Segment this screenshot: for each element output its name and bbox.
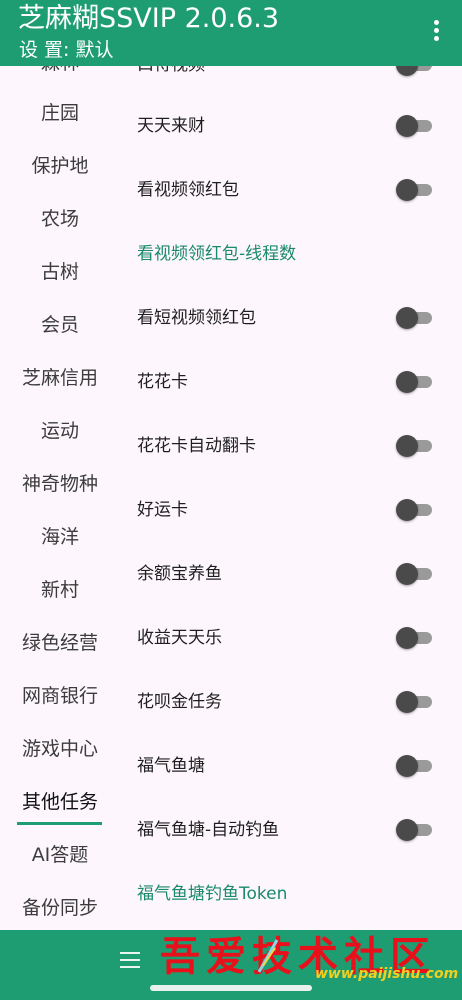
toggle-switch[interactable] <box>396 562 434 586</box>
setting-row-lucky-card[interactable]: 好运卡 <box>120 495 462 525</box>
setting-label: 余额宝养鱼 <box>137 564 222 584</box>
sidebar-selected-indicator <box>17 822 102 825</box>
sidebar-item-species[interactable]: 神奇物种 <box>0 471 120 497</box>
sidebar-item-sesame-credit[interactable]: 芝麻信用 <box>0 365 120 391</box>
toggle-switch[interactable] <box>396 690 434 714</box>
category-sidebar: 森林 庄园 保护地 农场 古树 会员 芝麻信用 运动 神奇物种 海洋 新村 绿色… <box>0 66 120 930</box>
hamburger-icon[interactable] <box>120 952 140 968</box>
setting-link-label: 看视频领红包-线程数 <box>137 244 297 264</box>
sidebar-item-green-business[interactable]: 绿色经营 <box>0 630 120 656</box>
sidebar-item-ai-quiz[interactable]: AI答题 <box>0 842 120 868</box>
setting-label: 收益天天乐 <box>137 628 222 648</box>
setting-row-daily-fortune[interactable]: 天天来财 <box>120 111 462 141</box>
setting-row-short-video-red-packet[interactable]: 看短视频领红包 <box>120 303 462 333</box>
toggle-switch[interactable] <box>396 498 434 522</box>
setting-label: 口待视频 <box>137 66 205 80</box>
sidebar-item-manor[interactable]: 庄园 <box>0 100 120 126</box>
gesture-home-indicator[interactable] <box>150 985 312 991</box>
leaf-logo-icon <box>257 939 279 973</box>
setting-label: 福气鱼塘 <box>137 756 205 776</box>
app-bar: 芝麻糊SSVIP 2.0.6.3 设 置: 默认 <box>0 0 462 66</box>
more-vert-icon[interactable] <box>426 18 446 44</box>
sidebar-item-partial[interactable]: 森林 <box>0 66 120 76</box>
setting-row-fish-pond-token[interactable]: 福气鱼塘钓鱼Token <box>120 879 462 909</box>
setting-label: 天天来财 <box>137 116 205 136</box>
config-subtitle: 设 置: 默认 <box>19 39 114 61</box>
setting-row-partial[interactable]: 口待视频 <box>120 66 462 80</box>
sidebar-item-mybank[interactable]: 网商银行 <box>0 683 120 709</box>
setting-link-label: 福气鱼塘钓鱼Token <box>137 884 288 904</box>
sidebar-item-other-tasks[interactable]: 其他任务 <box>0 789 120 815</box>
setting-row-daily-earnings[interactable]: 收益天天乐 <box>120 623 462 653</box>
toggle-switch[interactable] <box>396 434 434 458</box>
toggle-switch[interactable] <box>396 370 434 394</box>
toggle-switch[interactable] <box>396 66 434 77</box>
toggle-switch[interactable] <box>396 114 434 138</box>
sidebar-item-game-center[interactable]: 游戏中心 <box>0 736 120 762</box>
setting-row-huabei-gold[interactable]: 花呗金任务 <box>120 687 462 717</box>
watermark-url: www.paijishu.com <box>315 966 459 982</box>
sidebar-item-ancient-tree[interactable]: 古树 <box>0 259 120 285</box>
setting-label: 看短视频领红包 <box>137 308 256 328</box>
sidebar-item-ocean[interactable]: 海洋 <box>0 524 120 550</box>
setting-row-fish-pond[interactable]: 福气鱼塘 <box>120 751 462 781</box>
bottom-nav-bar: 吾爱技术社区 www.paijishu.com <box>0 930 462 1000</box>
watermark: 吾爱技术社区 www.paijishu.com <box>160 930 460 988</box>
setting-label: 花呗金任务 <box>137 692 222 712</box>
setting-label: 好运卡 <box>137 500 188 520</box>
sidebar-item-sports[interactable]: 运动 <box>0 418 120 444</box>
setting-row-video-red-packet[interactable]: 看视频领红包 <box>120 175 462 205</box>
setting-row-yuebao-fish[interactable]: 余额宝养鱼 <box>120 559 462 589</box>
app-title: 芝麻糊SSVIP 2.0.6.3 <box>18 3 280 34</box>
toggle-switch[interactable] <box>396 818 434 842</box>
toggle-switch[interactable] <box>396 754 434 778</box>
setting-label: 看视频领红包 <box>137 180 239 200</box>
setting-row-fish-pond-auto[interactable]: 福气鱼塘-自动钓鱼 <box>120 815 462 845</box>
setting-row-flower-card[interactable]: 花花卡 <box>120 367 462 397</box>
setting-row-flower-card-auto-flip[interactable]: 花花卡自动翻卡 <box>120 431 462 461</box>
settings-list: 口待视频 天天来财 看视频领红包 看视频领红包-线程数 看短视频领红包 花花卡 … <box>120 66 462 930</box>
setting-label: 花花卡 <box>137 372 188 392</box>
sidebar-item-backup-sync[interactable]: 备份同步 <box>0 895 120 921</box>
sidebar-item-protected-area[interactable]: 保护地 <box>0 153 120 179</box>
toggle-switch[interactable] <box>396 306 434 330</box>
sidebar-item-member[interactable]: 会员 <box>0 312 120 338</box>
toggle-switch[interactable] <box>396 626 434 650</box>
toggle-switch[interactable] <box>396 178 434 202</box>
setting-row-video-thread-count[interactable]: 看视频领红包-线程数 <box>120 239 462 269</box>
sidebar-item-farm[interactable]: 农场 <box>0 206 120 232</box>
setting-label: 花花卡自动翻卡 <box>137 436 256 456</box>
setting-label: 福气鱼塘-自动钓鱼 <box>137 820 280 840</box>
sidebar-item-new-village[interactable]: 新村 <box>0 577 120 603</box>
